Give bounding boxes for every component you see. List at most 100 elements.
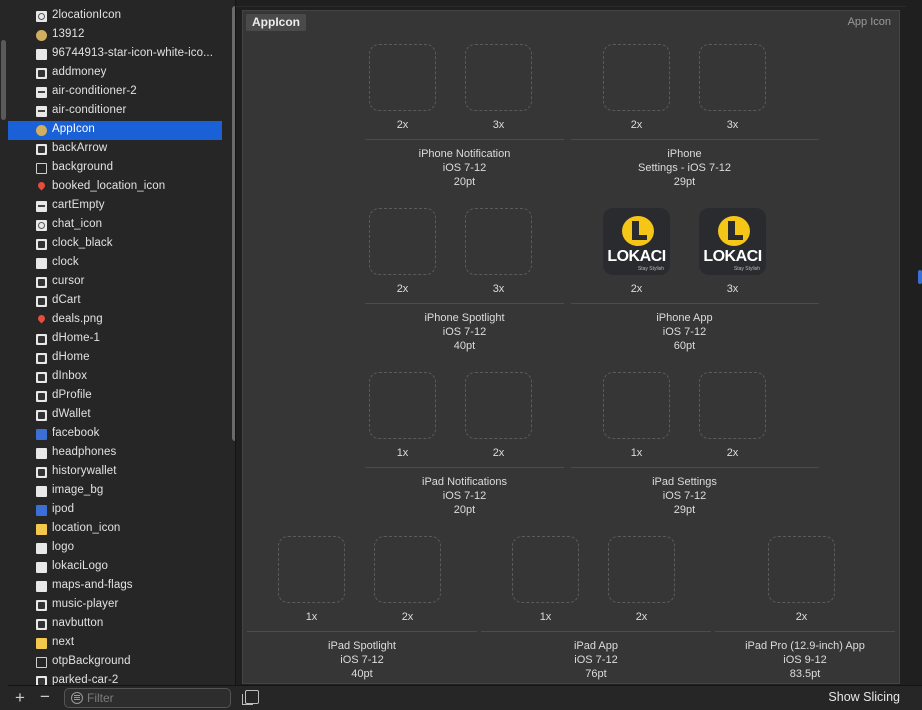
slot-group-line3: 20pt [453, 176, 476, 188]
app-icon-image-slot[interactable]: LOKACI Stay Stylish [603, 208, 670, 275]
asset-thumbnail-icon [36, 220, 47, 231]
slicing-icon[interactable] [242, 690, 259, 705]
asset-row[interactable]: AppIcon [8, 121, 222, 140]
icon-set-name[interactable]: AppIcon [246, 14, 306, 31]
asset-thumbnail-icon [36, 296, 47, 307]
asset-row[interactable]: facebook [8, 425, 222, 444]
scale-label: 2x [726, 447, 739, 459]
inspector-handle[interactable] [918, 270, 922, 284]
asset-thumbnail-icon [36, 410, 47, 421]
group-separator [571, 467, 819, 468]
asset-label: navbutton [52, 617, 104, 629]
asset-row[interactable]: otpBackground [8, 653, 222, 672]
empty-icon-slot[interactable] [608, 536, 675, 603]
asset-row[interactable]: cartEmpty [8, 197, 222, 216]
asset-row[interactable]: clock_black [8, 235, 222, 254]
asset-row[interactable]: dHome-1 [8, 330, 222, 349]
left-scroll-thumb[interactable] [1, 40, 6, 120]
asset-row[interactable]: location_icon [8, 520, 222, 539]
asset-row[interactable]: logo [8, 539, 222, 558]
asset-row[interactable]: chat_icon [8, 216, 222, 235]
filter-field[interactable] [64, 688, 231, 708]
asset-row[interactable]: navbutton [8, 615, 222, 634]
filter-input[interactable] [87, 691, 225, 705]
slot-group-line3: 40pt [453, 340, 476, 352]
empty-icon-slot[interactable] [465, 44, 532, 111]
asset-label: clock_black [52, 237, 113, 249]
asset-row[interactable]: maps-and-flags [8, 577, 222, 596]
asset-label: 13912 [52, 28, 85, 40]
asset-row[interactable]: booked_location_icon [8, 178, 222, 197]
empty-icon-slot[interactable] [278, 536, 345, 603]
asset-thumbnail-icon [36, 201, 47, 212]
add-asset-button[interactable]: + [15, 688, 25, 708]
asset-row[interactable]: headphones [8, 444, 222, 463]
asset-row[interactable]: cursor [8, 273, 222, 292]
asset-row[interactable]: dCart [8, 292, 222, 311]
asset-list: 2locationIcon 13912 96744913-star-icon-whi… [8, 7, 222, 685]
asset-row[interactable]: image_bg [8, 482, 222, 501]
group-separator [365, 467, 564, 468]
asset-row[interactable]: clock [8, 254, 222, 273]
asset-label: headphones [52, 446, 117, 458]
slot-group-label: iPhone Notification iOS 7-12 20pt [365, 147, 564, 189]
asset-row[interactable]: air-conditioner-2 [8, 83, 222, 102]
asset-row[interactable]: dProfile [8, 387, 222, 406]
asset-label: dCart [52, 294, 81, 306]
asset-thumbnail-icon [36, 182, 47, 193]
empty-icon-slot[interactable] [369, 44, 436, 111]
asset-row[interactable]: 2locationIcon [8, 7, 222, 26]
asset-row[interactable]: 96744913-star-icon-white-ico... [8, 45, 222, 64]
asset-row[interactable]: music-player [8, 596, 222, 615]
slot-group-label: iPad Spotlight iOS 7-12 40pt [247, 639, 477, 681]
empty-icon-slot[interactable] [699, 44, 766, 111]
asset-row[interactable]: deals.png [8, 311, 222, 330]
remove-asset-button[interactable]: − [40, 687, 50, 707]
asset-row[interactable]: addmoney [8, 64, 222, 83]
asset-thumbnail-icon [36, 429, 47, 440]
scale-label: 2x [396, 119, 409, 131]
empty-icon-slot[interactable] [603, 44, 670, 111]
scale-label: 3x [492, 283, 505, 295]
empty-icon-slot[interactable] [369, 372, 436, 439]
group-separator [365, 303, 564, 304]
asset-label: dInbox [52, 370, 88, 382]
asset-row[interactable]: historywallet [8, 463, 222, 482]
asset-label: cursor [52, 275, 85, 287]
slot-group-line1: iPhone Spotlight [424, 312, 505, 324]
asset-row[interactable]: parked-car-2 [8, 672, 222, 685]
asset-row[interactable]: lokaciLogo [8, 558, 222, 577]
slot-group-line2: iOS 7-12 [442, 326, 487, 338]
asset-row[interactable]: ipod [8, 501, 222, 520]
empty-icon-slot[interactable] [768, 536, 835, 603]
asset-row[interactable]: 13912 [8, 26, 222, 45]
show-slicing-button[interactable]: Show Slicing [828, 690, 900, 704]
empty-icon-slot[interactable] [465, 372, 532, 439]
asset-label: 2locationIcon [52, 9, 122, 21]
asset-thumbnail-icon [36, 353, 47, 364]
empty-icon-slot[interactable] [699, 372, 766, 439]
logo-tagline: Stay Stylish [637, 266, 664, 272]
asset-row[interactable]: backArrow [8, 140, 222, 159]
group-separator [571, 139, 819, 140]
asset-row[interactable]: dWallet [8, 406, 222, 425]
logo-tagline: Stay Stylish [733, 266, 760, 272]
slot-group-label: iPad App iOS 7-12 76pt [481, 639, 711, 681]
slot-group-label: iPad Settings iOS 7-12 29pt [603, 475, 766, 517]
empty-icon-slot[interactable] [369, 208, 436, 275]
slot-group-line3: 29pt [673, 504, 696, 516]
empty-icon-slot[interactable] [374, 536, 441, 603]
empty-icon-slot[interactable] [465, 208, 532, 275]
asset-row[interactable]: background [8, 159, 222, 178]
scale-label: 1x [305, 611, 318, 623]
asset-row[interactable]: air-conditioner [8, 102, 222, 121]
asset-row[interactable]: dInbox [8, 368, 222, 387]
asset-thumbnail-icon [36, 581, 47, 592]
slot-group-line2: iOS 7-12 [662, 490, 707, 502]
empty-icon-slot[interactable] [603, 372, 670, 439]
app-icon-image-slot[interactable]: LOKACI Stay Stylish [699, 208, 766, 275]
empty-icon-slot[interactable] [512, 536, 579, 603]
asset-row[interactable]: next [8, 634, 222, 653]
asset-label: AppIcon [52, 123, 95, 135]
asset-row[interactable]: dHome [8, 349, 222, 368]
